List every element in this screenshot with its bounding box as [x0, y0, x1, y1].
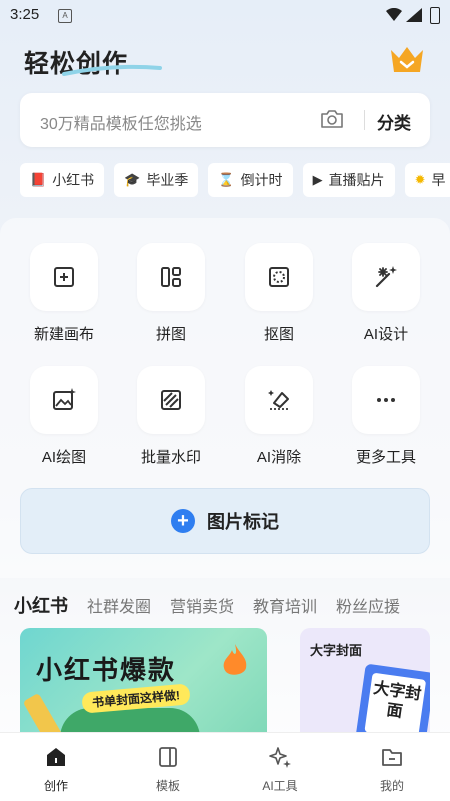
crown-icon[interactable] [388, 44, 426, 76]
tab-marketing[interactable]: 营销卖货 [170, 593, 234, 617]
camera-icon[interactable] [320, 108, 344, 130]
nav-label: 创作 [43, 779, 68, 793]
tool-batch-watermark[interactable]: 批量水印 [126, 366, 216, 467]
tool-button[interactable] [352, 366, 420, 434]
status-bar: 3:25 A [0, 0, 450, 30]
tab-fan-support[interactable]: 粉丝应援 [336, 593, 400, 617]
card-preview-text: 大字封面 [364, 672, 427, 738]
tool-ai-erase[interactable]: AI消除 [234, 366, 324, 467]
chip-morning[interactable]: ✹ 早 [404, 163, 450, 197]
card-title: 大字封面 [310, 643, 363, 658]
chip-label: 早 [431, 172, 446, 188]
hourglass-icon: ⌛ [218, 172, 235, 187]
card-title: 小红书爆款 [36, 655, 177, 685]
tool-button[interactable] [352, 243, 420, 311]
ai-design-icon [375, 266, 397, 288]
search-bar[interactable]: 30万精品模板任您挑选 分类 [20, 93, 430, 147]
category-tabs: 小红书 社群发圈 营销卖货 教育培训 粉丝应援 [14, 592, 419, 618]
tool-more[interactable]: 更多工具 [341, 366, 431, 467]
chip-label: 小红书 [52, 172, 95, 188]
tool-button[interactable] [137, 243, 205, 311]
nav-create[interactable]: 创作 [0, 733, 112, 801]
plus-icon: + [171, 509, 195, 533]
tool-label: 更多工具 [355, 449, 416, 466]
tool-ai-paint[interactable]: AI绘图 [19, 366, 109, 467]
chip-graduation[interactable]: 🎓 毕业季 [114, 163, 199, 197]
sun-icon: ✹ [414, 172, 426, 187]
tool-label: AI绘图 [41, 449, 87, 466]
chip-countdown[interactable]: ⌛ 倒计时 [208, 163, 293, 197]
tab-education[interactable]: 教育培训 [253, 593, 317, 617]
tool-label: 拼图 [155, 326, 186, 343]
tool-button[interactable] [245, 366, 313, 434]
tool-label: AI设计 [363, 326, 409, 343]
tool-button[interactable] [30, 366, 98, 434]
battery-icon [430, 7, 440, 24]
search-divider [364, 110, 365, 130]
chip-label: 直播贴片 [328, 172, 385, 188]
tool-new-canvas[interactable]: 新建画布 [19, 243, 109, 344]
tool-ai-design[interactable]: AI设计 [341, 243, 431, 344]
tool-label: 批量水印 [140, 449, 201, 466]
quick-chips: 📕 小红书 🎓 毕业季 ⌛ 倒计时 ▶ 直播贴片 ✹ 早 [20, 163, 450, 197]
tool-button[interactable] [245, 243, 313, 311]
tab-xiaohongshu[interactable]: 小红书 [14, 592, 68, 618]
more-icon [377, 398, 395, 402]
tab-social-circle[interactable]: 社群发圈 [87, 593, 151, 617]
notebook-icon: 📕 [30, 172, 47, 187]
wifi-icon [386, 8, 402, 21]
nav-label: AI工具 [262, 779, 298, 793]
new-canvas-icon [54, 267, 74, 287]
chip-label: 倒计时 [240, 172, 283, 188]
batch-watermark-icon [161, 390, 181, 410]
play-icon: ▶ [312, 172, 323, 187]
flame-icon [223, 644, 247, 675]
chip-label: 毕业季 [146, 172, 189, 188]
image-mark-label: 图片标记 [207, 512, 279, 532]
chip-xiaohongshu[interactable]: 📕 小红书 [20, 163, 105, 197]
nav-label: 我的 [379, 779, 404, 793]
bottom-nav: 创作 模板 AI工具 我的 [0, 732, 450, 801]
template-icon [159, 747, 177, 767]
tool-button[interactable] [30, 243, 98, 311]
tool-label: AI消除 [256, 449, 302, 466]
tool-label: 新建画布 [33, 326, 94, 343]
tool-cutout[interactable]: 抠图 [234, 243, 324, 344]
status-time: 3:25 [10, 6, 40, 23]
search-placeholder[interactable]: 30万精品模板任您挑选 [40, 110, 202, 134]
folder-icon [382, 749, 402, 766]
notification-icon: A [58, 9, 72, 23]
nav-templates[interactable]: 模板 [112, 733, 224, 801]
ai-paint-icon [53, 388, 76, 410]
chip-live-sticker[interactable]: ▶ 直播贴片 [302, 163, 395, 197]
collage-icon [161, 267, 181, 287]
ai-tools-icon [269, 747, 291, 768]
tool-button[interactable] [137, 366, 205, 434]
eraser-icon [268, 390, 289, 410]
nav-ai-tools[interactable]: AI工具 [224, 733, 336, 801]
template-card-xiaohongshu[interactable]: 小红书爆款 书单封面这样做! [20, 628, 267, 738]
graduation-cap-icon: 🎓 [124, 172, 141, 187]
card-preview: 大字封面 [354, 663, 430, 738]
tool-collage[interactable]: 拼图 [126, 243, 216, 344]
signal-icon [406, 8, 422, 22]
nav-mine[interactable]: 我的 [336, 733, 448, 801]
category-button[interactable]: 分类 [377, 109, 411, 134]
nav-label: 模板 [155, 779, 180, 793]
image-mark-button[interactable]: + 图片标记 [20, 488, 430, 554]
tool-label: 抠图 [263, 326, 294, 343]
cutout-icon [269, 267, 289, 287]
template-card-big-text[interactable]: 大字封面 大字封面 [300, 628, 430, 738]
home-icon [47, 748, 65, 766]
title-underline-decoration [62, 64, 162, 76]
